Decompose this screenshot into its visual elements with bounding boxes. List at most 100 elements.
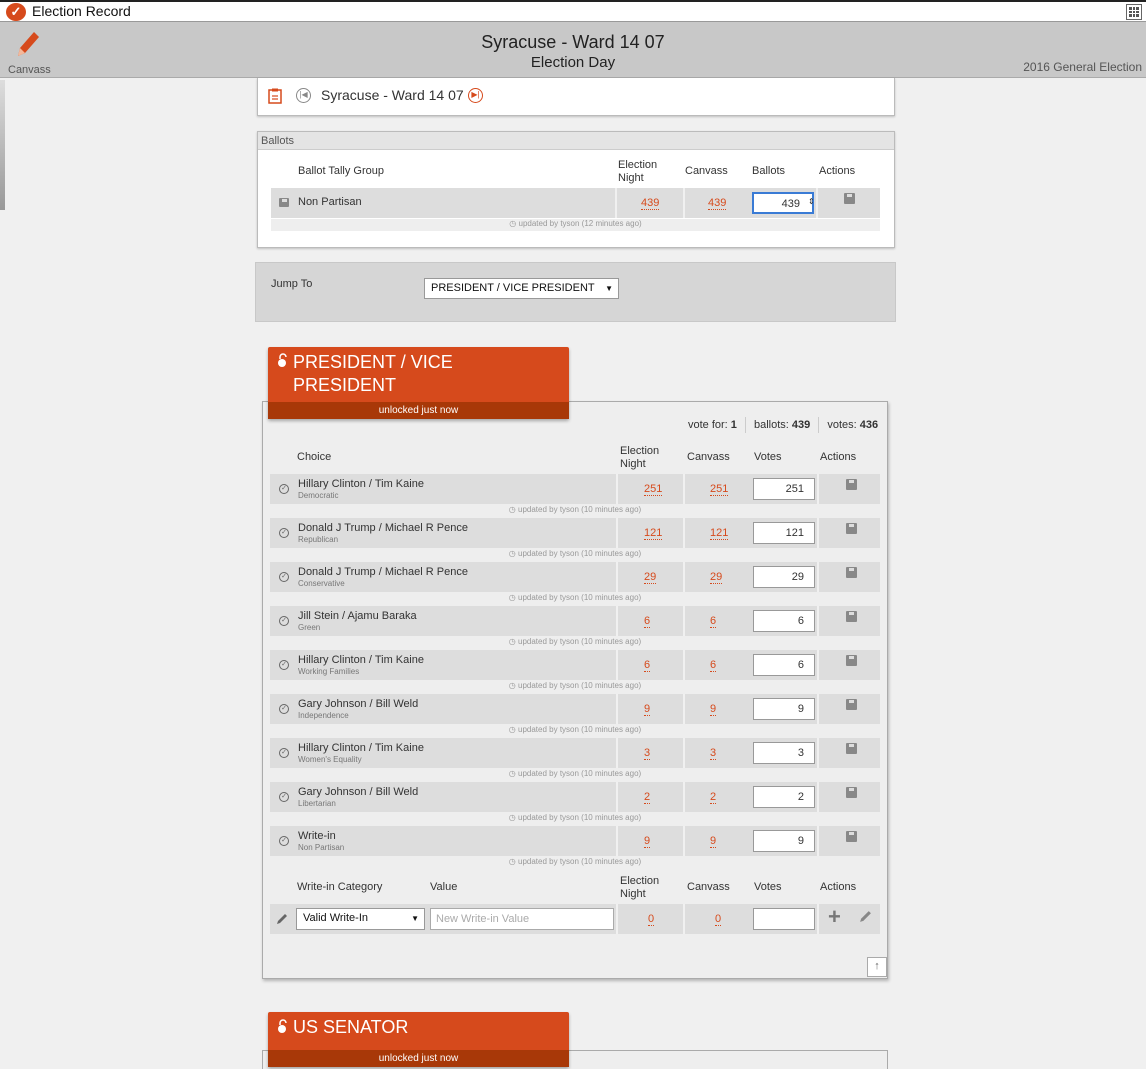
choice-updated: ◷ updated by tyson (10 minutes ago) — [270, 681, 880, 693]
writein-votes-input[interactable] — [753, 908, 815, 930]
arrow-up-icon[interactable]: ↑ — [867, 957, 887, 977]
choice-canvass[interactable]: 121 — [710, 527, 729, 540]
check-circle-icon[interactable]: ✓ — [279, 748, 289, 758]
choice-election-night[interactable]: 9 — [644, 835, 651, 848]
choice-updated: ◷ updated by tyson (10 minutes ago) — [270, 593, 880, 605]
choice-election-night[interactable]: 121 — [644, 527, 663, 540]
page-title: Syracuse - Ward 14 07 — [481, 32, 665, 52]
choice-canvass[interactable]: 6 — [710, 659, 717, 672]
clock-icon: ◷ — [508, 637, 518, 646]
choice-name: Donald J Trump / Michael R Pence — [298, 522, 468, 534]
col-writein-canvass: Canvass — [687, 881, 730, 893]
ballots-updated: ◷ updated by tyson (12 minutes ago) — [271, 219, 880, 231]
choice-party: Women's Equality — [298, 755, 362, 764]
writein-canvass[interactable]: 0 — [715, 913, 722, 926]
choice-election-night[interactable]: 251 — [644, 483, 663, 496]
col-actions: Actions — [819, 165, 856, 177]
save-icon[interactable] — [846, 787, 857, 798]
clock-icon: ◷ — [509, 219, 519, 228]
choice-canvass[interactable]: 29 — [710, 571, 723, 584]
choice-election-night[interactable]: 6 — [644, 615, 651, 628]
choice-votes-input[interactable]: 3 — [753, 742, 815, 764]
choice-votes-input[interactable]: 6 — [753, 654, 815, 676]
choice-party: Democratic — [298, 491, 339, 500]
choice-canvass[interactable]: 6 — [710, 615, 717, 628]
choice-election-night[interactable]: 2 — [644, 791, 651, 804]
choice-canvass[interactable]: 3 — [710, 747, 717, 760]
save-icon[interactable] — [846, 567, 857, 578]
clock-icon: ◷ — [508, 813, 518, 822]
check-circle-icon[interactable]: ✓ — [279, 616, 289, 626]
writein-category-select[interactable]: Valid Write-In ▼ — [296, 908, 425, 930]
previous-district-icon[interactable]: |◀ — [296, 88, 311, 103]
clipboard-icon[interactable] — [268, 88, 282, 104]
check-circle-icon[interactable]: ✓ — [279, 836, 289, 846]
col-writein-votes: Votes — [754, 881, 782, 893]
choice-name: Gary Johnson / Bill Weld — [298, 698, 419, 710]
ballots-input[interactable]: 439 — [752, 192, 814, 214]
check-circle-icon[interactable]: ✓ — [279, 792, 289, 802]
race-name: US SENATOR — [293, 1017, 409, 1037]
clock-icon: ◷ — [508, 593, 518, 602]
save-icon[interactable] — [846, 831, 857, 842]
choice-row: ✓ Hillary Clinton / Tim Kaine Women's Eq… — [270, 738, 880, 768]
save-icon[interactable] — [846, 479, 857, 490]
app-title: Election Record — [32, 3, 131, 19]
ballot-canvass[interactable]: 439 — [708, 197, 727, 210]
race-name: PRESIDENT / VICE PRESIDENT — [293, 352, 453, 395]
check-circle-icon[interactable]: ✓ — [279, 572, 289, 582]
choice-election-night[interactable]: 6 — [644, 659, 651, 672]
clock-icon: ◷ — [508, 769, 518, 778]
col-ballot-tally-group: Ballot Tally Group — [298, 165, 385, 177]
ballot-group-name: Non Partisan — [298, 196, 362, 208]
choice-votes-input[interactable]: 121 — [753, 522, 815, 544]
ballots-section-label: Ballots — [258, 132, 894, 150]
lock-open-icon[interactable] — [277, 1019, 289, 1033]
spinner-icon[interactable]: ⇕ — [808, 197, 815, 206]
race-header-president: PRESIDENT / VICE PRESIDENT unlocked just… — [268, 347, 569, 419]
col-choice: Choice — [297, 451, 332, 463]
choice-party: Green — [298, 623, 321, 632]
pencil-icon[interactable] — [859, 910, 872, 923]
check-circle-icon[interactable]: ✓ — [279, 484, 289, 494]
check-circle-icon[interactable]: ✓ — [279, 704, 289, 714]
choice-election-night[interactable]: 9 — [644, 703, 651, 716]
choice-votes-input[interactable]: 2 — [753, 786, 815, 808]
jump-to-select[interactable]: PRESIDENT / VICE PRESIDENT ▼ — [424, 278, 619, 299]
writein-election-night[interactable]: 0 — [648, 913, 655, 926]
ballot-election-night[interactable]: 439 — [641, 197, 660, 210]
plus-icon[interactable]: + — [828, 906, 841, 928]
choice-party: Independence — [298, 711, 349, 720]
save-icon[interactable] — [846, 611, 857, 622]
choice-canvass[interactable]: 9 — [710, 703, 717, 716]
save-icon[interactable] — [846, 743, 857, 754]
lock-open-icon[interactable] — [277, 353, 289, 367]
save-icon[interactable] — [846, 523, 857, 534]
choice-votes-input[interactable]: 251 — [753, 478, 815, 500]
choice-votes-input[interactable]: 29 — [753, 566, 815, 588]
ballot-row: Non Partisan 439 439 439 ⇕ — [271, 188, 880, 218]
choice-canvass[interactable]: 9 — [710, 835, 717, 848]
choice-name: Donald J Trump / Michael R Pence — [298, 566, 468, 578]
choice-canvass[interactable]: 2 — [710, 791, 717, 804]
choice-row: ✓ Gary Johnson / Bill Weld Libertarian 2… — [270, 782, 880, 812]
grid-icon[interactable] — [1126, 4, 1142, 20]
save-icon[interactable] — [846, 655, 857, 666]
choice-votes-input[interactable]: 9 — [753, 698, 815, 720]
choice-votes-input[interactable]: 6 — [753, 610, 815, 632]
check-circle-icon[interactable]: ✓ — [279, 660, 289, 670]
next-district-icon[interactable]: ▶| — [468, 88, 483, 103]
choice-canvass[interactable]: 251 — [710, 483, 729, 496]
writein-value-input[interactable]: New Write-in Value — [430, 908, 614, 930]
save-icon[interactable] — [846, 699, 857, 710]
save-icon[interactable] — [844, 193, 855, 204]
choice-votes-input[interactable]: 9 — [753, 830, 815, 852]
choice-row: ✓ Gary Johnson / Bill Weld Independence … — [270, 694, 880, 724]
choice-election-night[interactable]: 3 — [644, 747, 651, 760]
check-circle-icon[interactable]: ✓ — [279, 528, 289, 538]
col-writein-actions: Actions — [820, 881, 857, 893]
choice-election-night[interactable]: 29 — [644, 571, 657, 584]
choice-name: Hillary Clinton / Tim Kaine — [298, 654, 424, 666]
choice-updated: ◷ updated by tyson (10 minutes ago) — [270, 505, 880, 517]
race-header-us-senator: US SENATOR unlocked just now — [268, 1012, 569, 1067]
